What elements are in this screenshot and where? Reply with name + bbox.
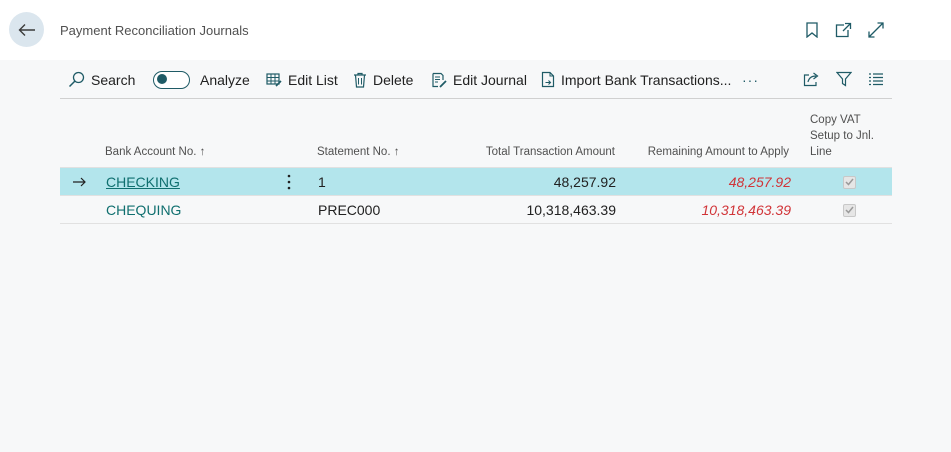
import-icon	[541, 71, 555, 88]
row-selected-arrow	[72, 168, 86, 196]
edit-list-icon	[266, 73, 282, 87]
analyze-switch[interactable]	[153, 70, 190, 89]
remaining-amount: 48,257.92	[728, 174, 791, 190]
bank-account-link[interactable]: CHEQUING	[106, 196, 181, 224]
bookmark-button[interactable]	[803, 21, 821, 39]
open-new-window-icon	[835, 22, 851, 38]
copy-vat-header-line-3: Line	[810, 146, 832, 158]
column-header-statement[interactable]: Statement No. ↑	[317, 144, 399, 160]
search-button[interactable]: Search	[68, 60, 135, 99]
back-button[interactable]	[9, 12, 44, 47]
edit-list-button[interactable]: Edit List	[266, 60, 338, 99]
back-arrow-icon	[18, 23, 35, 36]
more-options-button[interactable]: ···	[742, 60, 759, 99]
filter-icon	[836, 71, 852, 87]
page-title: Payment Reconciliation Journals	[60, 23, 249, 38]
table-row[interactable]: CHECKING 1 48,257.92 48,257.92	[60, 168, 892, 196]
copy-vat-header-line-1: Copy VAT	[810, 114, 861, 126]
total-transaction-amount: 10,318,463.39	[526, 202, 616, 218]
action-bar: Search Analyze Edit List Delete Edit Jou…	[60, 60, 892, 99]
edit-journal-label: Edit Journal	[453, 71, 527, 88]
analyze-toggle[interactable]: Analyze	[153, 60, 250, 99]
copy-vat-checkbox[interactable]	[843, 168, 856, 196]
search-icon	[68, 71, 85, 88]
delete-icon	[354, 72, 366, 88]
filter-button[interactable]	[835, 70, 853, 88]
statement-no: PREC000	[318, 202, 381, 218]
share-icon	[803, 72, 818, 87]
expand-icon	[868, 22, 884, 38]
delete-button[interactable]: Delete	[353, 60, 413, 99]
column-header-remaining-amount[interactable]: Remaining Amount to Apply	[620, 144, 789, 160]
page-header: Payment Reconciliation Journals	[0, 0, 951, 60]
open-new-window-button[interactable]	[834, 21, 852, 39]
checkmark-icon	[845, 206, 854, 214]
list-view-icon	[869, 73, 883, 86]
edit-journal-icon	[432, 72, 447, 88]
column-header-copy-vat[interactable]: Copy VAT Setup to Jnl. Line	[810, 112, 874, 160]
table-row[interactable]: CHEQUING PREC000 10,318,463.39 10,318,46…	[60, 196, 892, 224]
bank-account-link[interactable]: CHECKING	[106, 168, 180, 196]
checkmark-icon	[845, 178, 854, 186]
row-menu-icon	[287, 174, 291, 190]
import-bank-transactions-button[interactable]: Import Bank Transactions...	[541, 60, 731, 99]
row-arrow-icon	[73, 177, 86, 187]
total-transaction-amount: 48,257.92	[553, 174, 616, 190]
share-button[interactable]	[802, 70, 820, 88]
row-menu-button[interactable]	[284, 168, 294, 196]
column-header-bank-account[interactable]: Bank Account No. ↑	[105, 144, 205, 160]
list-view-button[interactable]	[867, 70, 885, 88]
edit-journal-button[interactable]: Edit Journal	[431, 60, 527, 99]
delete-label: Delete	[373, 71, 414, 88]
copy-vat-checkbox[interactable]	[843, 196, 856, 224]
bookmark-icon	[806, 22, 818, 38]
statement-no: 1	[318, 174, 326, 190]
copy-vat-header-line-2: Setup to Jnl.	[810, 130, 874, 142]
expand-button[interactable]	[867, 21, 885, 39]
remaining-amount: 10,318,463.39	[701, 202, 791, 218]
edit-list-label: Edit List	[288, 71, 338, 88]
import-label: Import Bank Transactions...	[561, 71, 732, 88]
search-label: Search	[91, 71, 136, 88]
column-header-total-transaction-amount[interactable]: Total Transaction Amount	[420, 144, 615, 160]
analyze-label: Analyze	[200, 71, 250, 88]
